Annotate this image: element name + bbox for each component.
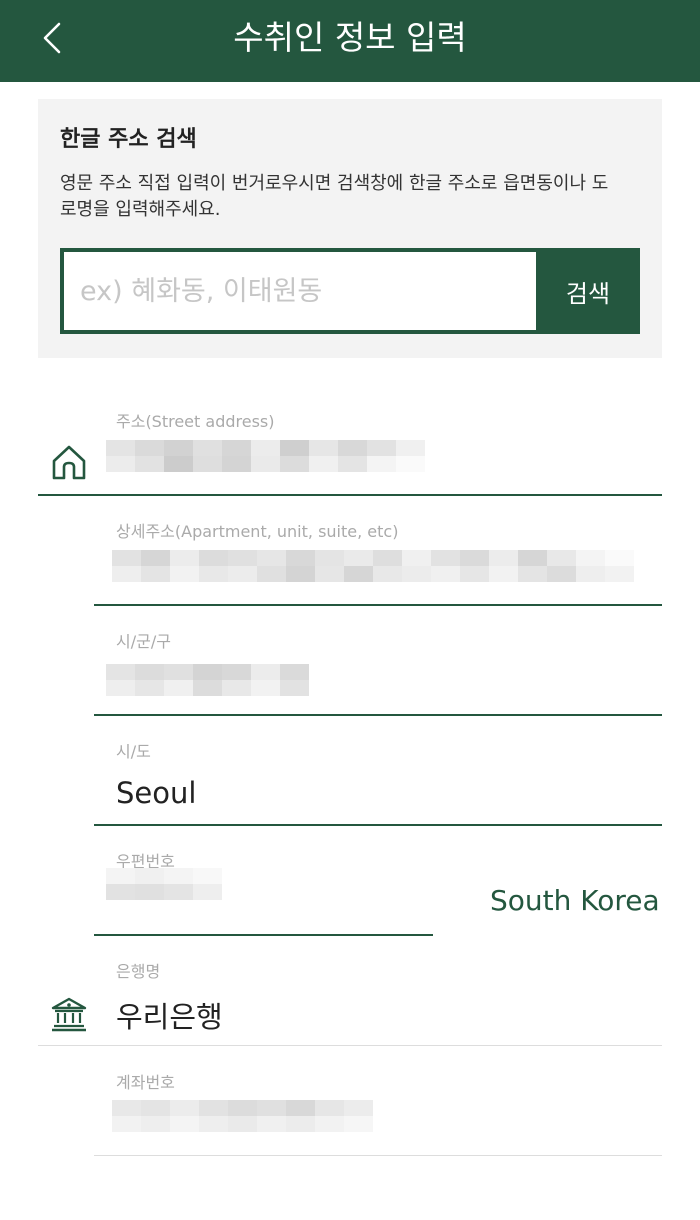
country-value[interactable]: South Korea bbox=[490, 884, 660, 917]
detail-address-underline bbox=[94, 604, 662, 606]
home-icon bbox=[52, 445, 86, 480]
search-box: 검색 bbox=[60, 248, 640, 334]
redacted-value bbox=[106, 664, 309, 696]
app-header: 수취인 정보 입력 bbox=[0, 0, 700, 82]
account-number-input[interactable] bbox=[112, 1096, 382, 1152]
bank-name-label: 은행명 bbox=[116, 962, 161, 981]
redacted-value bbox=[112, 1100, 373, 1132]
province-label: 시/도 bbox=[116, 742, 151, 761]
street-address-underline bbox=[38, 494, 662, 496]
street-address-label: 주소(Street address) bbox=[116, 412, 275, 431]
bank-name-input[interactable]: 우리은행 bbox=[116, 994, 223, 1036]
detail-address-input[interactable] bbox=[112, 546, 652, 596]
page-title: 수취인 정보 입력 bbox=[233, 18, 467, 57]
address-search-panel: 한글 주소 검색 영문 주소 직접 입력이 번거로우시면 검색창에 한글 주소로… bbox=[38, 99, 662, 358]
redacted-value bbox=[112, 550, 648, 582]
street-address-input[interactable] bbox=[106, 436, 436, 486]
search-button[interactable]: 검색 bbox=[536, 248, 640, 334]
account-number-underline bbox=[94, 1155, 662, 1156]
district-label: 시/군/구 bbox=[116, 632, 171, 651]
redacted-value bbox=[106, 440, 426, 472]
bank-name-underline bbox=[38, 1045, 662, 1046]
postal-code-input[interactable] bbox=[106, 864, 236, 926]
address-search-input[interactable] bbox=[64, 252, 536, 330]
detail-address-label: 상세주소(Apartment, unit, suite, etc) bbox=[116, 522, 399, 541]
bank-icon bbox=[51, 997, 87, 1032]
account-number-label: 계좌번호 bbox=[116, 1073, 175, 1092]
search-description: 영문 주소 직접 입력이 번거로우시면 검색창에 한글 주소로 읍면동이나 도로… bbox=[60, 173, 609, 220]
postal-code-underline bbox=[94, 934, 433, 936]
district-underline bbox=[94, 714, 662, 716]
province-input[interactable]: Seoul bbox=[116, 776, 196, 810]
search-heading: 한글 주소 검색 bbox=[60, 127, 197, 152]
district-input[interactable] bbox=[106, 658, 326, 708]
redacted-value bbox=[106, 868, 222, 900]
province-underline bbox=[94, 824, 662, 826]
